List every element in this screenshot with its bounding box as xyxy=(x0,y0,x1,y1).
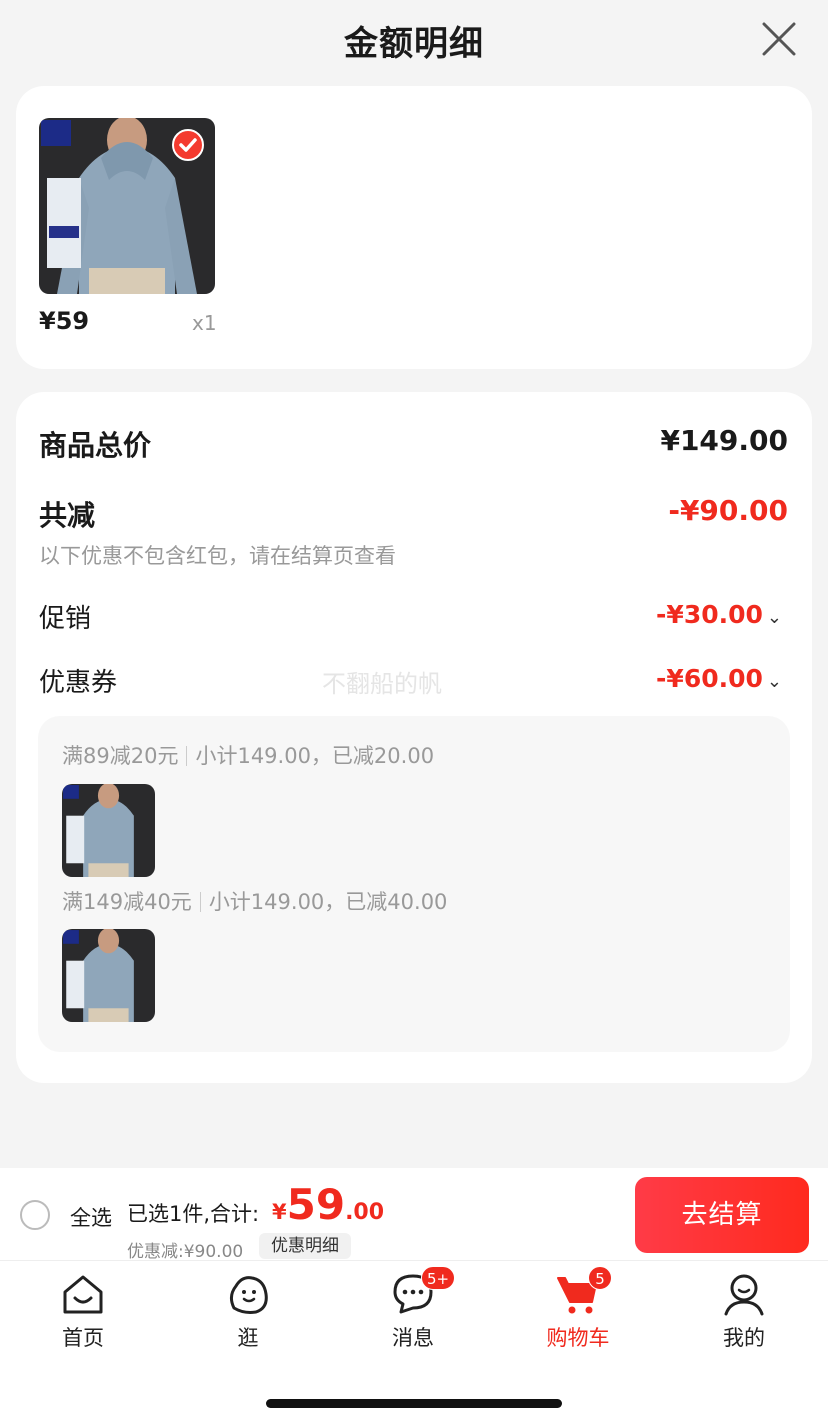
total-price-value: ¥149.00 xyxy=(660,424,788,457)
close-icon[interactable] xyxy=(760,20,798,58)
selected-count-text: 已选1件,合计: xyxy=(127,1202,260,1226)
tab-label: 逛 xyxy=(237,1326,259,1350)
coupon-subtotal: 小计149.00，已减20.00 xyxy=(195,744,435,768)
checkout-button[interactable]: 去结算 xyxy=(635,1177,809,1253)
tab-messages[interactable]: 5+ 消息 xyxy=(363,1266,463,1360)
tab-cart[interactable]: 5 购物车 xyxy=(528,1266,628,1360)
home-icon xyxy=(63,1275,103,1314)
product-quantity: x1 xyxy=(192,311,217,335)
tab-label: 购物车 xyxy=(546,1326,610,1350)
coupon-rule: 满89减20元 xyxy=(62,744,179,768)
coupon-value: -¥60.00 xyxy=(656,664,763,693)
promo-row[interactable]: -¥30.00 ⌄ xyxy=(656,600,782,629)
coupon-line-1: 满89减20元 小计149.00，已减20.00 xyxy=(62,740,434,770)
divider xyxy=(186,746,188,766)
selected-check-icon[interactable] xyxy=(172,129,204,161)
total-decimal: .00 xyxy=(345,1200,385,1225)
total-amount: ¥59.00 xyxy=(272,1180,384,1229)
watermark: 不翻船的帆 xyxy=(322,670,442,698)
coupon-product-image xyxy=(62,784,155,877)
home-indicator xyxy=(266,1399,562,1408)
coupon-line-2: 满149减40元 小计149.00，已减40.00 xyxy=(62,886,447,916)
total-reduce-label: 共减 xyxy=(39,499,96,532)
divider xyxy=(199,892,201,912)
coupon-label: 优惠券 xyxy=(39,668,118,698)
promo-value: -¥30.00 xyxy=(656,600,763,629)
total-integer: 59 xyxy=(286,1180,346,1229)
tab-label: 我的 xyxy=(723,1326,765,1350)
total-price-label: 商品总价 xyxy=(39,429,152,462)
tab-label: 消息 xyxy=(392,1326,434,1350)
tab-label: 首页 xyxy=(62,1326,104,1350)
profile-icon xyxy=(724,1274,764,1316)
coupon-row[interactable]: -¥60.00 ⌄ xyxy=(656,664,782,693)
discount-detail-button[interactable]: 优惠明细 xyxy=(259,1233,351,1259)
discount-text: 优惠减:¥90.00 xyxy=(127,1242,244,1262)
message-badge: 5+ xyxy=(421,1266,456,1290)
total-reduce-value: -¥90.00 xyxy=(668,494,788,527)
cart-badge: 5 xyxy=(588,1266,612,1290)
page-title: 金额明细 xyxy=(344,24,484,64)
promo-label: 促销 xyxy=(39,604,92,634)
coupon-product-image xyxy=(62,929,155,1022)
select-all-label[interactable]: 全选 xyxy=(70,1202,112,1232)
currency-symbol: ¥ xyxy=(272,1200,287,1224)
header: 金额明细 xyxy=(0,0,828,80)
coupon-subtotal: 小计149.00，已减40.00 xyxy=(208,890,448,914)
tab-profile[interactable]: 我的 xyxy=(694,1270,794,1360)
tab-browse[interactable]: 逛 xyxy=(198,1270,298,1360)
browse-icon xyxy=(229,1276,268,1314)
tab-home[interactable]: 首页 xyxy=(33,1270,133,1360)
coupon-rule: 满149减40元 xyxy=(62,890,192,914)
chevron-down-icon[interactable]: ⌄ xyxy=(767,671,782,692)
chevron-down-icon[interactable]: ⌄ xyxy=(767,607,782,628)
product-price: ¥59 xyxy=(39,307,90,335)
reduce-note: 以下优惠不包含红包，请在结算页查看 xyxy=(39,544,396,568)
select-all-radio[interactable] xyxy=(20,1200,50,1230)
